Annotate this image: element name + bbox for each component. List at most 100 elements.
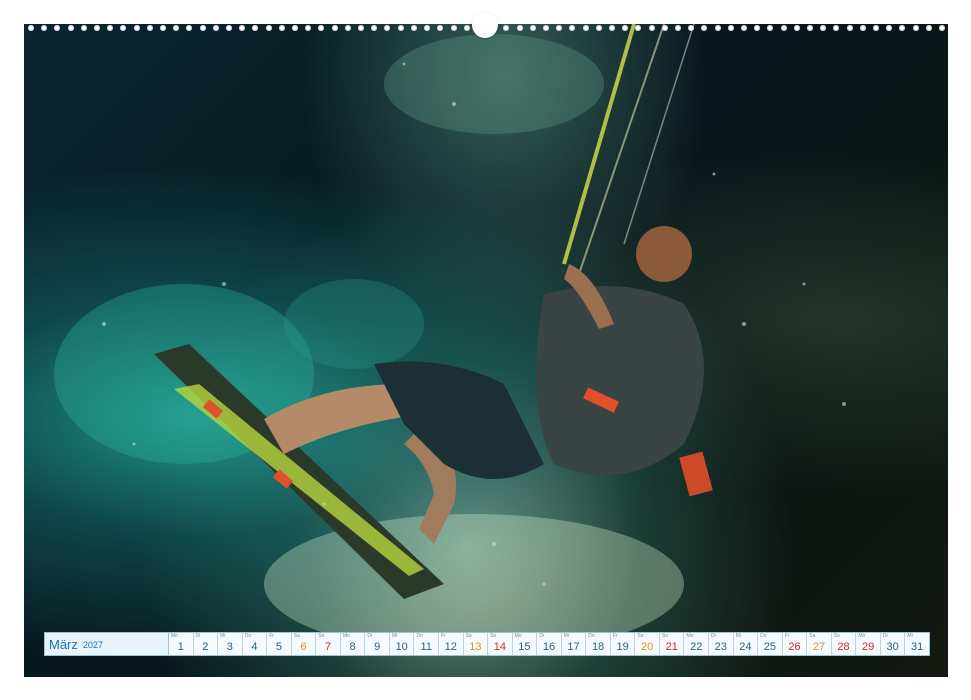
weekday-label: Sa [637,633,644,639]
day-cell: So 7 [316,633,341,655]
spiral-ring [714,25,721,31]
weekday-label: Di [367,633,373,639]
spiral-ring [820,25,827,31]
weekday-label: Fr [441,633,446,639]
spiral-ring [688,25,695,31]
day-number: 22 [690,641,703,653]
weekday-label: Mi [391,633,398,639]
spiral-ring [582,25,589,31]
weekday-label: Mi [907,633,913,639]
day-cell: Di 2 [193,633,219,655]
day-number: 13 [469,641,482,653]
day-cell: Sa 27 [807,633,832,655]
day-cell: Do 18 [586,633,611,655]
day-number: 18 [591,641,605,653]
spiral-ring [622,25,629,31]
spiral-ring [556,25,563,31]
spiral-ring [278,25,285,31]
spiral-ring [899,25,906,31]
day-cell: Mi 3 [218,633,243,655]
spiral-ring [912,25,919,31]
day-number: 10 [395,641,408,653]
spiral-ring [424,25,431,31]
spiral-ring [608,25,615,31]
spiral-ring [437,25,444,31]
spiral-ring [925,25,932,31]
day-number: 3 [226,641,233,653]
day-number: 31 [911,641,924,653]
spiral-ring [107,25,114,31]
spiral-ring [806,25,813,31]
day-number: 2 [202,641,209,653]
spiral-ring [516,25,523,31]
day-cell: Di 16 [537,633,562,655]
day-cell: Mi 17 [561,633,587,655]
weekday-label: Mi [735,633,741,639]
spiral-ring [767,25,774,31]
spiral-ring [859,25,866,31]
weekday-label: So [490,633,497,639]
day-number: 14 [493,641,506,653]
weekday-label: Fr [784,633,790,639]
day-number: 30 [886,641,899,653]
spiral-ring [318,25,325,31]
spiral-ring [239,25,246,31]
spiral-ring [331,25,338,31]
day-cell: Mi 31 [905,633,929,655]
weekday-label: Do [588,633,595,639]
day-cell: Fr 12 [439,633,464,655]
day-number: 21 [665,641,678,653]
spiral-ring [542,25,549,31]
day-cell: Fr 19 [610,633,636,655]
month-year: 2027 [82,640,103,650]
spiral-ring [463,25,470,31]
spiral-ring [595,25,602,31]
month-name: März [49,636,78,652]
day-cell: So 28 [831,633,857,655]
spiral-ring [569,25,576,31]
month-label: März 2027 [45,633,169,655]
day-number: 19 [616,641,629,653]
day-cell: Mo 15 [512,633,538,655]
day-number: 23 [714,641,727,653]
day-cell: Sa 6 [291,633,317,655]
day-cell: Do 11 [414,633,440,655]
spiral-ring [846,25,853,31]
day-cells: Mo 1 Di 2 Mi 3 Do 4 Fr 5 Sa 6 So 7 Mo 8 Di 9 Mi 10 Do 11 Fr 12 S… [169,633,929,655]
spiral-ring [41,25,48,31]
spiral-ring [793,25,800,31]
weekday-label: Mo [342,633,350,639]
weekday-label: Fr [612,633,618,639]
spiral-ring [94,25,101,31]
day-cell: Mo 29 [856,633,881,655]
weekday-label: Do [760,633,767,639]
weekday-label: Mo [858,633,866,639]
spiral-ring [186,25,193,31]
day-cell: Di 23 [709,633,734,655]
spiral-ring [212,25,219,31]
day-cell: Mo 22 [684,633,710,655]
day-cell: Fr 26 [782,633,808,655]
day-cell: Mo 1 [169,633,194,655]
weekday-label: Mi [220,633,226,639]
spiral-ring [740,25,747,31]
calendar-strip: März 2027 Mo 1 Di 2 Mi 3 Do 4 Fr 5 Sa 6 So 7 Mo 8 Di 9 Mi 1… [44,632,930,656]
day-cell: Do 25 [758,633,783,655]
spiral-ring [358,25,365,31]
day-number: 20 [641,641,654,653]
day-number: 28 [837,641,850,653]
spiral-ring [727,25,734,31]
day-number: 1 [177,641,184,653]
weekday-label: Sa [293,633,300,639]
spiral-ring [503,25,510,31]
spiral-ring [344,25,351,31]
day-number: 25 [763,641,777,653]
spiral-ring [529,25,536,31]
weekday-label: So [661,633,669,639]
spiral-ring [199,25,206,31]
spiral-ring [371,25,378,31]
spiral-ring [873,25,879,31]
weekday-label: Fr [269,633,274,639]
spiral-ring [635,25,642,31]
day-number: 12 [444,641,457,653]
